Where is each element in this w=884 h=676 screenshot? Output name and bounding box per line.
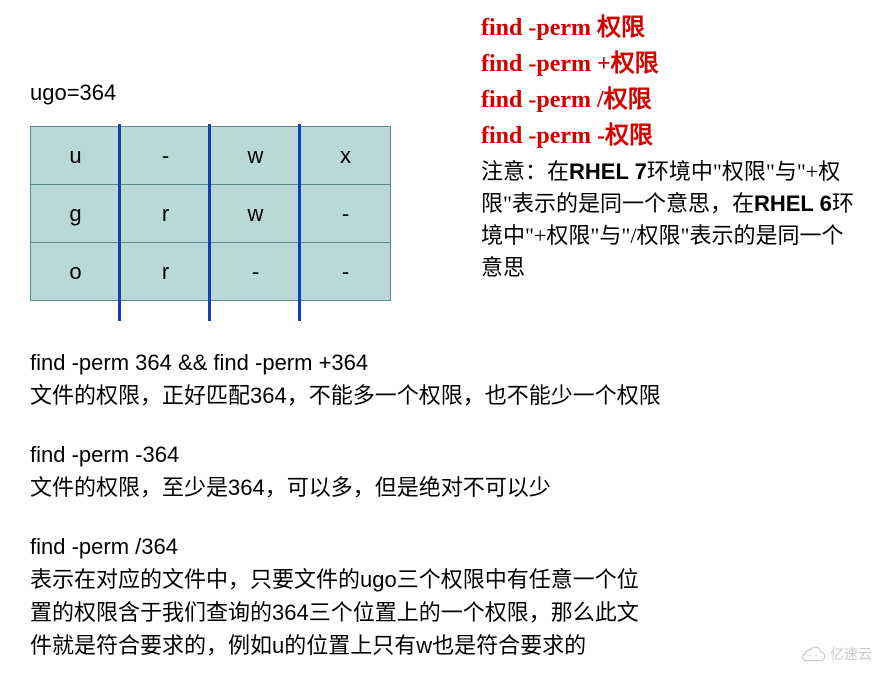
cell: - bbox=[301, 243, 391, 301]
example-command: find -perm -364 bbox=[30, 438, 854, 471]
example-command: find -perm 364 && find -perm +364 bbox=[30, 346, 854, 379]
syntax-arg: -权限 bbox=[597, 123, 653, 149]
syntax-line: find -perm -权限 bbox=[481, 118, 854, 154]
watermark: 亿速云 bbox=[800, 644, 872, 664]
note-rhel7: RHEL 7 bbox=[569, 159, 647, 184]
cell: - bbox=[301, 185, 391, 243]
syntax-line: find -perm +权限 bbox=[481, 46, 854, 82]
example-section: find -perm -364 文件的权限，至少是364，可以多，但是绝对不可以… bbox=[30, 438, 854, 504]
vertical-line bbox=[118, 124, 121, 321]
cell: - bbox=[211, 243, 301, 301]
example-command: find -perm /364 bbox=[30, 530, 854, 563]
syntax-cmd: find -perm bbox=[481, 15, 597, 41]
syntax-cmd: find -perm bbox=[481, 87, 597, 113]
example-section: find -perm /364 表示在对应的文件中，只要文件的ugo三个权限中有… bbox=[30, 530, 854, 662]
ugo-label: ugo=364 bbox=[30, 80, 391, 106]
cell: x bbox=[301, 127, 391, 185]
example-description: 表示在对应的文件中，只要文件的ugo三个权限中有任意一个位置的权限含于我们查询的… bbox=[30, 563, 650, 662]
vertical-line bbox=[208, 124, 211, 321]
left-column: ugo=364 u - w x g r w - o r - bbox=[30, 10, 391, 306]
perm-table-wrapper: u - w x g r w - o r - - bbox=[30, 126, 391, 301]
cell: w bbox=[211, 127, 301, 185]
cell: - bbox=[121, 127, 211, 185]
note-part: 注意：在 bbox=[481, 159, 569, 184]
example-description: 文件的权限，至少是364，可以多，但是绝对不可以少 bbox=[30, 471, 854, 504]
vertical-line bbox=[298, 124, 301, 321]
syntax-line: find -perm /权限 bbox=[481, 82, 854, 118]
note-rhel6: RHEL 6 bbox=[754, 191, 832, 216]
example-description: 文件的权限，正好匹配364，不能多一个权限，也不能少一个权限 bbox=[30, 379, 854, 412]
cloud-icon bbox=[800, 646, 826, 662]
cell: w bbox=[211, 185, 301, 243]
note-text: 注意：在RHEL 7环境中"权限"与"+权限"表示的是同一个意思，在RHEL 6… bbox=[481, 156, 854, 284]
cell: u bbox=[31, 127, 121, 185]
cell: o bbox=[31, 243, 121, 301]
syntax-cmd: find -perm bbox=[481, 123, 597, 149]
syntax-line: find -perm 权限 bbox=[481, 10, 854, 46]
example-section: find -perm 364 && find -perm +364 文件的权限，… bbox=[30, 346, 854, 412]
syntax-cmd: find -perm bbox=[481, 51, 597, 77]
syntax-arg: +权限 bbox=[597, 51, 659, 77]
syntax-arg: /权限 bbox=[597, 87, 652, 113]
body-text: find -perm 364 && find -perm +364 文件的权限，… bbox=[30, 346, 854, 662]
cell: g bbox=[31, 185, 121, 243]
watermark-text: 亿速云 bbox=[830, 644, 872, 664]
cell: r bbox=[121, 185, 211, 243]
right-column: find -perm 权限 find -perm +权限 find -perm … bbox=[481, 10, 854, 284]
syntax-arg: 权限 bbox=[597, 15, 645, 41]
cell: r bbox=[121, 243, 211, 301]
